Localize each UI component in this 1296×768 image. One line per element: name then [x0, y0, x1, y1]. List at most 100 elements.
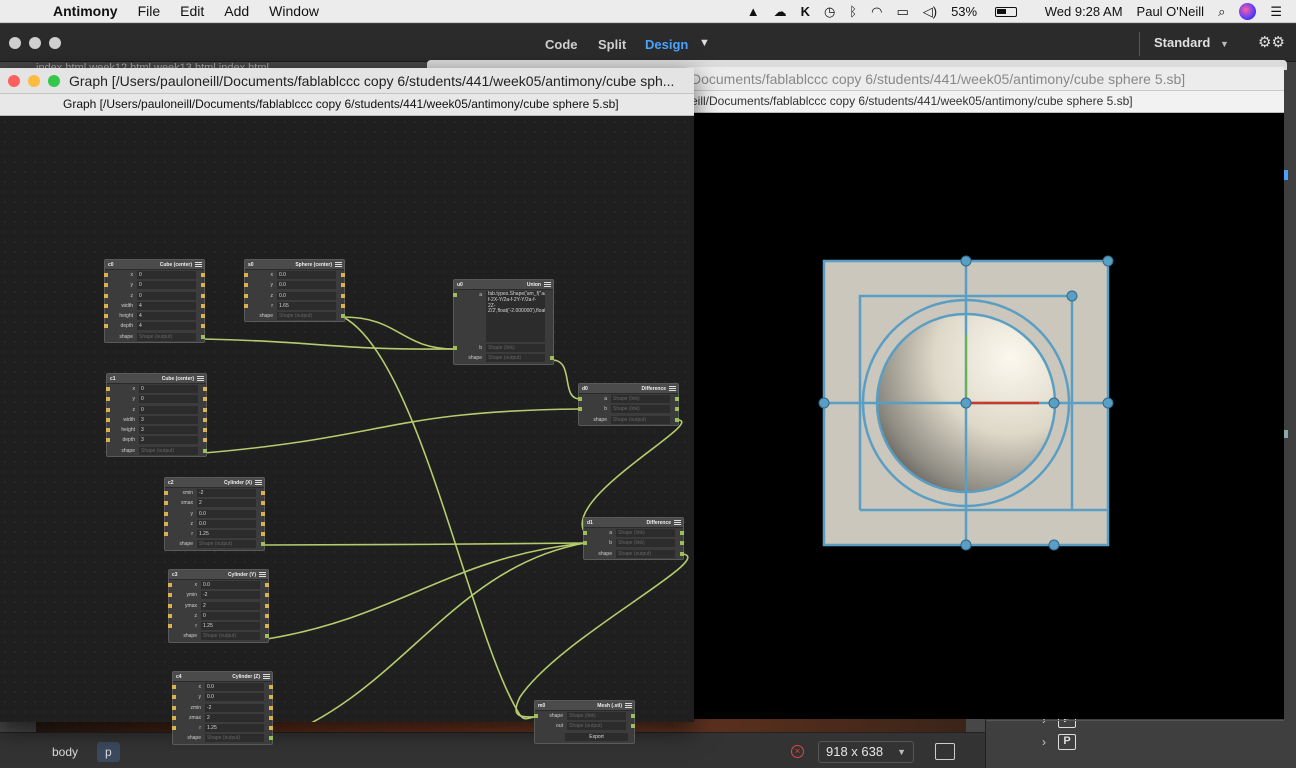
close-button[interactable]	[8, 75, 20, 87]
output-port[interactable]	[201, 324, 205, 329]
param-value-field[interactable]: 0	[137, 291, 196, 300]
output-port[interactable]	[265, 583, 269, 587]
param-value-field[interactable]: 0.0	[197, 519, 256, 528]
output-port[interactable]	[203, 407, 207, 412]
param-value-field[interactable]: -2	[201, 591, 260, 600]
node-sphere-center-s0[interactable]: s0 Sphere (center) x 0.0 y 0.0 z 0.0 r 1.65 s…	[244, 259, 345, 323]
device-preview-icon[interactable]	[935, 743, 955, 760]
output-port[interactable]	[201, 273, 205, 277]
input-port[interactable]	[578, 397, 582, 401]
gear-icon[interactable]: ⚙⚙	[1258, 33, 1285, 51]
param-value-field[interactable]: 2	[205, 713, 264, 722]
node-difference-d1[interactable]: d1 Difference a Shape (link) b Shape (link)…	[583, 517, 684, 560]
node-cylinder-x-c2[interactable]: c2 Cylinder (X) xmin -2 xmax 2 y 0.0 z 0.0 r1…	[164, 477, 265, 551]
output-port[interactable]	[203, 438, 207, 443]
param-value-field[interactable]: 1.25	[205, 724, 264, 733]
split-view-button[interactable]: Split	[598, 37, 626, 52]
siri-icon[interactable]	[1239, 3, 1257, 20]
output-port[interactable]	[675, 397, 679, 401]
output-port[interactable]	[341, 303, 345, 308]
node-menu-icon[interactable]	[195, 262, 202, 267]
viewport-size-select[interactable]: 918 x 638 ▼	[818, 741, 914, 763]
node-menu-icon[interactable]	[259, 572, 266, 577]
node-cylinder-y-c3[interactable]: c3 Cylinder (Y) x 0.0 ymin -2 ymax 2 z0 r 1.2…	[168, 569, 269, 643]
param-value-field[interactable]: 3	[139, 426, 198, 435]
param-value-field[interactable]: 0	[139, 385, 198, 393]
tag-selector-body[interactable]: body	[44, 742, 86, 762]
node-menu-icon[interactable]	[669, 386, 676, 391]
tag-selector-p[interactable]: p	[97, 742, 120, 762]
expression-field[interactable]: fab.types.Shape('am_f("aa-f-2X-Y/2a-f-2Y…	[486, 291, 545, 342]
viewport-window[interactable]: Documents/fablablccc copy 6/students/441…	[687, 67, 1284, 719]
k-icon[interactable]: K	[801, 4, 810, 19]
chevron-right-icon[interactable]: ›	[1042, 735, 1046, 749]
output-port[interactable]	[631, 714, 635, 718]
param-value-field[interactable]: 3	[139, 436, 198, 445]
param-value-field[interactable]: 0.0	[277, 291, 336, 300]
menu-edit[interactable]: Edit	[180, 3, 204, 19]
drag-handle[interactable]	[1102, 397, 1114, 409]
close-window-button[interactable]	[9, 37, 21, 49]
node-header[interactable]: c1 Cube (center)	[107, 374, 206, 384]
input-port[interactable]	[164, 491, 168, 495]
param-value-field[interactable]: -2	[197, 489, 256, 497]
wifi-icon[interactable]: ◠	[871, 4, 882, 20]
node-cube-center-c1[interactable]: c1 Cube (center) x0 y0 z0 width 3 height 3 …	[106, 373, 207, 458]
output-port[interactable]	[201, 293, 205, 298]
param-value-field[interactable]: 4	[137, 301, 196, 310]
param-value-field[interactable]: 0	[201, 611, 260, 620]
node-menu-icon[interactable]	[674, 520, 681, 525]
minimize-button[interactable]	[28, 75, 40, 87]
param-value-field[interactable]: 0.0	[277, 271, 336, 279]
input-port[interactable]	[172, 685, 176, 689]
zoom-window-button[interactable]	[49, 37, 61, 49]
input-port[interactable]	[244, 303, 248, 308]
param-value-field[interactable]: 1.65	[277, 301, 336, 310]
shape-output-port[interactable]	[265, 634, 269, 639]
node-union-u0[interactable]: u0 Union a fab.types.Shape('am_f("aa-f-2X-…	[453, 279, 554, 365]
node-mesh-stl-m0[interactable]: m0 Mesh (.stl) shape Shape (link) out Shape…	[534, 700, 635, 744]
minimize-window-button[interactable]	[29, 37, 41, 49]
param-value-field[interactable]: 1.25	[197, 530, 256, 539]
output-port[interactable]	[201, 283, 205, 288]
node-difference-d0[interactable]: d0 Difference a Shape (link) b Shape (link)…	[578, 383, 679, 426]
input-port[interactable]	[244, 283, 248, 288]
drag-handle[interactable]	[1048, 539, 1060, 551]
node-header[interactable]: d1 Difference	[584, 518, 683, 528]
input-port[interactable]	[172, 715, 176, 720]
param-value-field[interactable]: -2	[205, 703, 264, 712]
drag-handle[interactable]	[960, 397, 972, 409]
input-port[interactable]	[104, 273, 108, 277]
node-menu-icon[interactable]	[625, 703, 632, 708]
node-menu-icon[interactable]	[255, 480, 262, 485]
drag-handle[interactable]	[1048, 397, 1060, 409]
viewport-titlebar[interactable]: Documents/fablablccc copy 6/students/441…	[687, 67, 1284, 91]
app-menu[interactable]: Antimony	[53, 3, 118, 19]
output-port[interactable]	[675, 407, 679, 412]
output-port[interactable]	[261, 511, 265, 516]
output-port[interactable]	[269, 715, 273, 720]
node-header[interactable]: c3 Cylinder (Y)	[169, 570, 268, 580]
output-port[interactable]	[269, 705, 273, 710]
shape-output-port[interactable]	[261, 542, 265, 547]
cloud-icon[interactable]: ☁	[774, 4, 787, 20]
drag-handle[interactable]	[960, 255, 972, 267]
param-value-field[interactable]: 4	[137, 322, 196, 331]
output-port[interactable]	[341, 293, 345, 298]
param-value-field[interactable]: 0	[137, 271, 196, 279]
node-header[interactable]: m0 Mesh (.stl)	[535, 701, 634, 711]
paragraph-tag-icon[interactable]: P	[1058, 734, 1076, 750]
param-value-field[interactable]: 0	[139, 395, 198, 404]
clock[interactable]: Wed 9:28 AM	[1045, 4, 1123, 19]
input-port[interactable]	[168, 613, 172, 618]
node-header[interactable]: c2 Cylinder (X)	[165, 478, 264, 488]
param-value-field[interactable]: 2	[201, 601, 260, 610]
design-dropdown-icon[interactable]: ▼	[699, 37, 710, 49]
output-port[interactable]	[269, 726, 273, 731]
input-port[interactable]	[168, 603, 172, 608]
output-port[interactable]	[341, 273, 345, 277]
battery-status[interactable]: 53%	[951, 4, 1031, 19]
shape-output-port[interactable]	[269, 736, 273, 741]
output-port[interactable]	[201, 314, 205, 319]
graph-window[interactable]: Graph [/Users/pauloneill/Documents/fabla…	[0, 68, 694, 745]
